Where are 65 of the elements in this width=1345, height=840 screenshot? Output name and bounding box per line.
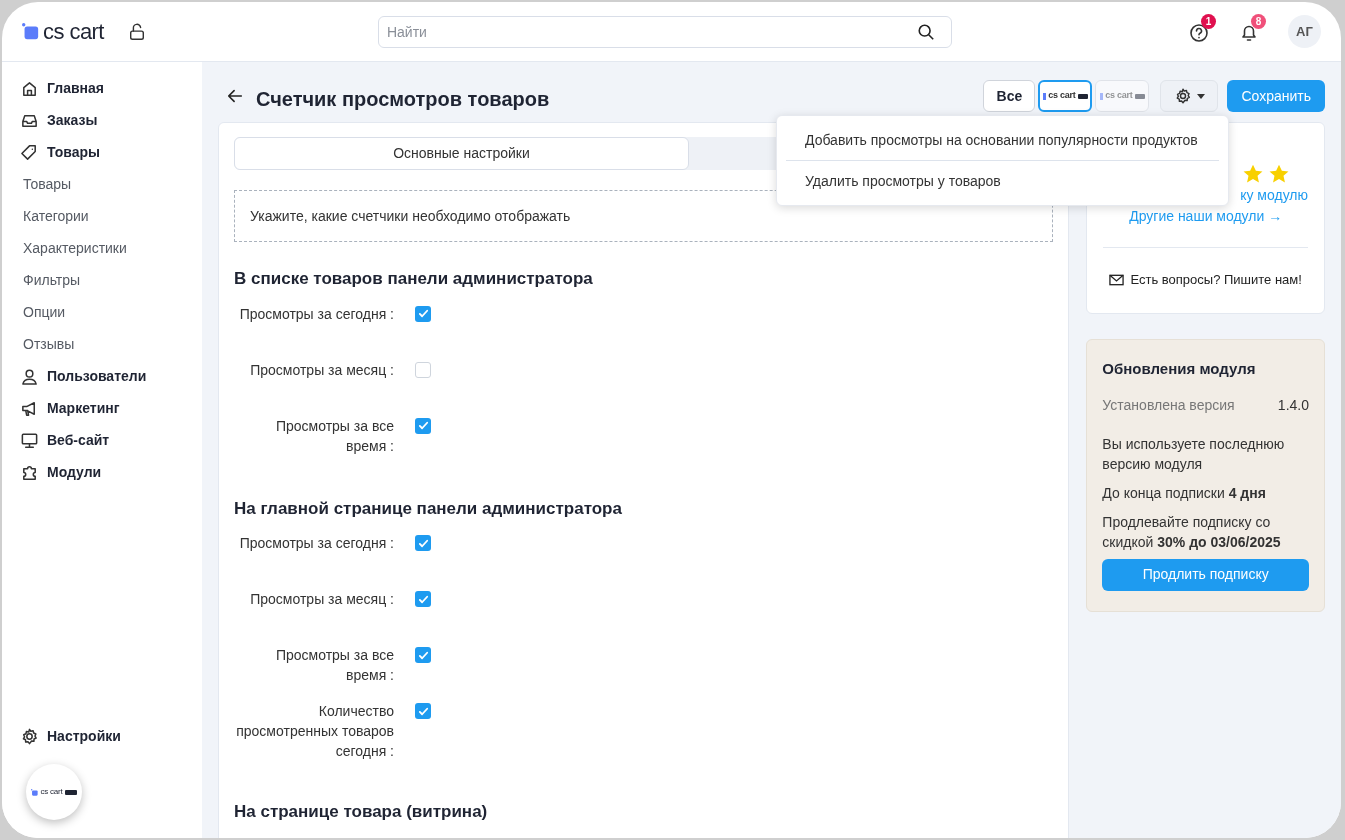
field-label: Просмотры за сегодня : — [238, 304, 394, 324]
field-label: Просмотры за сегодня : — [238, 534, 394, 553]
sidebar-item[interactable]: Отзывы — [20, 328, 184, 360]
checkbox[interactable] — [415, 647, 431, 663]
logo[interactable]: cs cart — [31, 788, 63, 796]
sidebar-item[interactable]: Опции — [20, 296, 184, 328]
field-label: Количество просмотренных товаров сегодня : — [235, 702, 394, 761]
back-arrow-icon[interactable] — [226, 87, 244, 105]
version-value: 1.4.0 — [1277, 395, 1309, 415]
menu-item[interactable]: Добавить просмотры на основании популярности продуктов — [786, 120, 1219, 160]
checkbox[interactable] — [415, 703, 431, 719]
user-avatar[interactable]: АГ — [1288, 15, 1321, 48]
checkbox[interactable] — [415, 535, 431, 551]
settings-dropdown-button[interactable] — [1160, 80, 1219, 112]
logo-icon — [31, 788, 39, 796]
sidebar-item[interactable]: Категории — [20, 200, 184, 232]
sidebar-item[interactable]: Товары — [20, 168, 184, 200]
checkbox[interactable] — [415, 305, 431, 322]
logo-icon — [22, 23, 39, 40]
sidebar-item[interactable]: Маркетинг — [20, 392, 184, 424]
settings-icon — [20, 726, 39, 746]
status-text: Вы используете последнюю версию модуля — [1102, 434, 1286, 474]
field-label: Просмотры за все время : — [274, 416, 394, 456]
section-heading: В списке товаров панели администратора — [234, 268, 594, 290]
section-heading: На странице товара (витрина) — [234, 801, 489, 823]
sidebar-item[interactable]: Фильтры — [20, 264, 184, 296]
notification-badge: 8 — [1251, 13, 1266, 29]
sidebar-item[interactable]: Модули — [20, 456, 184, 488]
page-title: Счетчик просмотров товаров — [256, 87, 550, 112]
storefront-button[interactable]: cs cart — [1038, 80, 1093, 112]
floating-logo-button[interactable]: cs cart — [26, 764, 82, 820]
demo-tag-icon — [64, 789, 77, 795]
field-label: Просмотры за месяц : — [249, 360, 394, 380]
tab[interactable]: Основные настройки — [234, 137, 689, 170]
lock-icon[interactable] — [127, 22, 146, 41]
contact-link[interactable]: Есть вопросы? Пишите нам! — [1130, 270, 1302, 290]
search-field[interactable]: Найти — [377, 15, 952, 48]
sidebar-item[interactable]: Пользователи — [20, 360, 184, 392]
field-label: Просмотры за месяц : — [249, 590, 394, 609]
sidebar-item[interactable]: Веб-сайт — [20, 424, 184, 456]
star-icon — [1242, 163, 1264, 185]
envelope-icon — [1109, 273, 1125, 286]
version-label: Установлена версия — [1102, 395, 1235, 415]
sidebar-item[interactable]: Товары — [20, 136, 184, 168]
search-icon[interactable] — [916, 22, 935, 41]
sidebar-item[interactable]: Настройки — [20, 720, 184, 752]
checkbox[interactable] — [415, 361, 431, 378]
section-heading: На главной странице панели администратора — [234, 497, 623, 520]
sidebar-item[interactable]: Главная — [20, 72, 184, 104]
caret-icon — [1196, 93, 1205, 99]
offer-text: Продлевайте подписку со скидкой 30% до 03/06/2025 — [1102, 512, 1282, 552]
logo-text: cs cart — [43, 20, 104, 43]
star-icon — [1268, 163, 1290, 185]
storefront-button[interactable]: Все — [983, 80, 1036, 112]
logo[interactable]: cs cart — [22, 20, 104, 43]
sidebar-item[interactable]: Характеристики — [20, 232, 184, 264]
field-label: Просмотры за все время : — [274, 646, 394, 685]
tag-icon — [20, 142, 39, 162]
subscription-text: До конца подписки 4 дня — [1102, 483, 1267, 503]
notification-badge: 1 — [1201, 13, 1216, 29]
checkbox[interactable] — [415, 591, 431, 607]
logo-text: cs cart — [40, 788, 63, 796]
sidebar-item[interactable]: Заказы — [20, 104, 184, 136]
checkbox[interactable] — [415, 417, 431, 434]
card-title: Обновления модуля — [1102, 359, 1257, 379]
